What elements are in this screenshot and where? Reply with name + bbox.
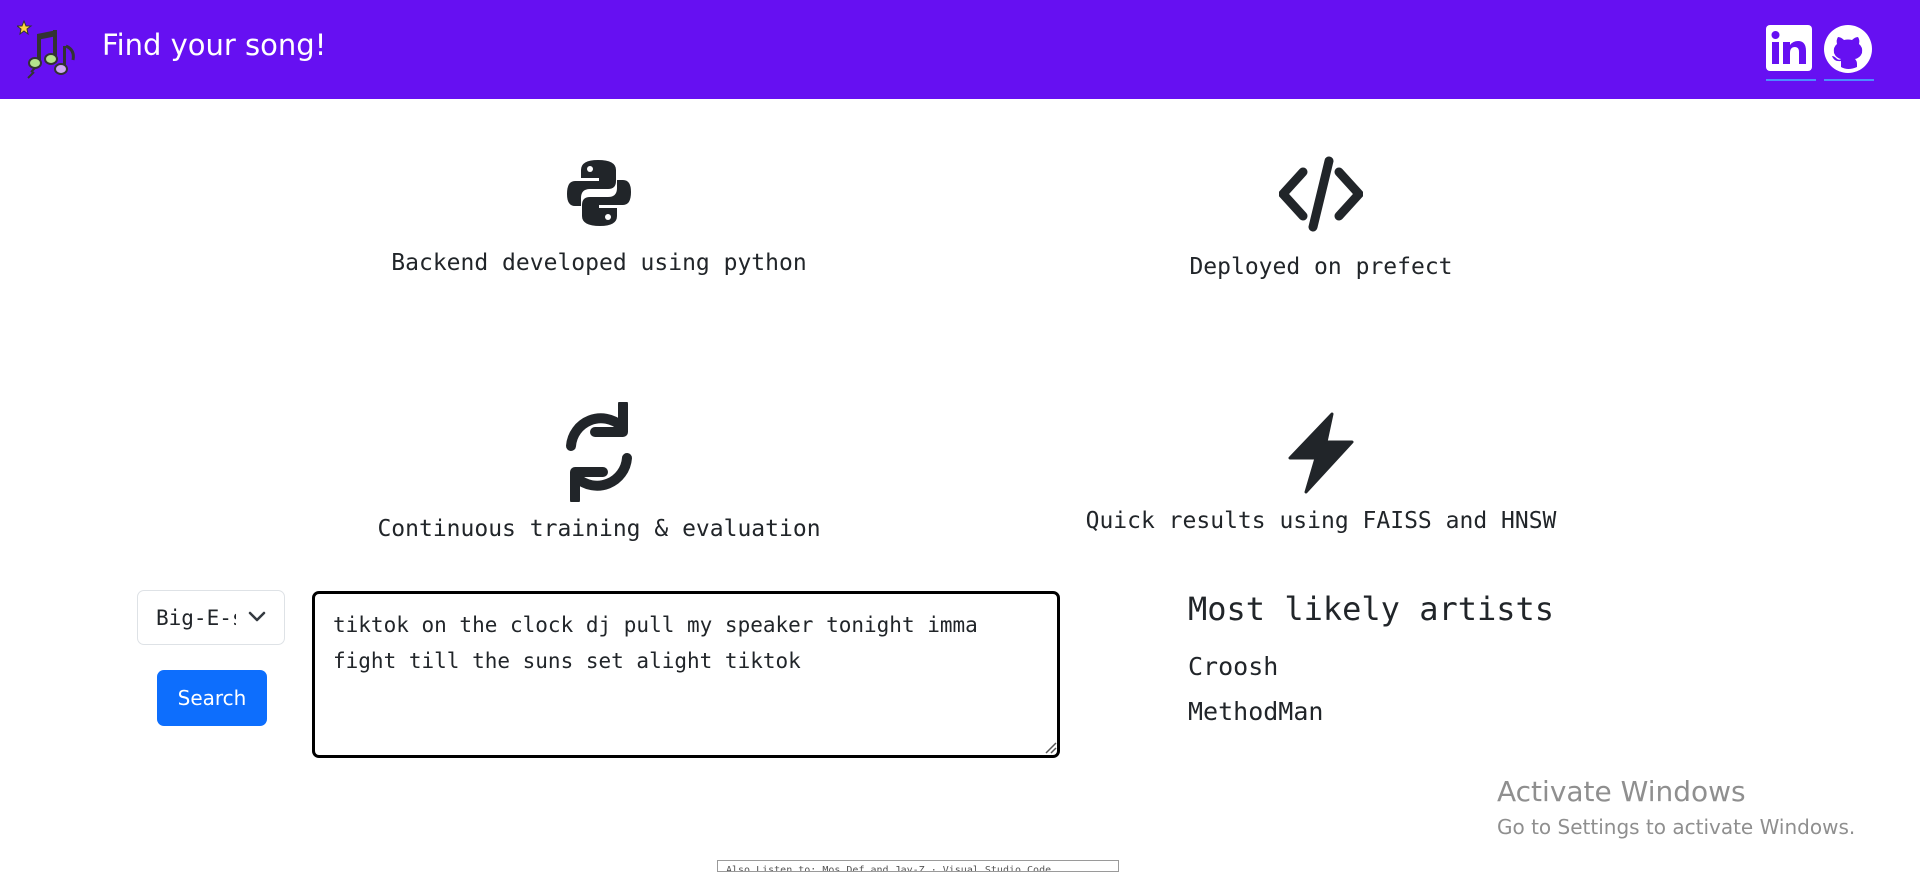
- music-notes-icon: [17, 20, 75, 79]
- activate-windows-subtitle: Go to Settings to activate Windows.: [1497, 815, 1856, 839]
- artist-select[interactable]: Big-E-s: [137, 590, 285, 645]
- linkedin-link[interactable]: [1766, 25, 1816, 81]
- feature-prefect: Deployed on prefect: [961, 156, 1681, 280]
- result-artist: Croosh: [1188, 652, 1279, 681]
- lyrics-input[interactable]: tiktok on the clock dj pull my speaker t…: [312, 591, 1060, 758]
- search-button[interactable]: Search: [157, 670, 267, 726]
- activate-windows-title: Activate Windows: [1497, 775, 1746, 808]
- result-artist: MethodMan: [1188, 697, 1324, 726]
- feature-python-text: Backend developed using python: [391, 250, 807, 276]
- linkedin-icon: [1766, 25, 1812, 71]
- results-title: Most likely artists: [1188, 590, 1555, 628]
- feature-quick: Quick results using FAISS and HNSW: [961, 412, 1681, 534]
- artist-select-value: Big-E-s: [156, 605, 236, 630]
- brand-title: Find your song!: [102, 28, 327, 62]
- feature-prefect-text: Deployed on prefect: [1189, 254, 1453, 280]
- chevron-down-icon: [248, 611, 266, 622]
- resize-grip-icon[interactable]: [1043, 740, 1057, 754]
- feature-quick-text: Quick results using FAISS and HNSW: [1085, 508, 1557, 534]
- navbar: Find your song!: [0, 0, 1920, 99]
- feature-python: Backend developed using python: [239, 158, 959, 276]
- python-icon: [567, 160, 631, 226]
- sync-icon: [566, 402, 632, 502]
- bolt-icon: [1288, 412, 1354, 494]
- github-link[interactable]: [1824, 25, 1874, 81]
- feature-training: Continuous training & evaluation: [239, 402, 959, 542]
- feature-training-text: Continuous training & evaluation: [377, 516, 821, 542]
- code-icon: [1279, 156, 1363, 232]
- github-icon: [1824, 25, 1872, 73]
- footer-strip: Also Listen to: Mos Def and Jay-Z · Visu…: [717, 860, 1119, 872]
